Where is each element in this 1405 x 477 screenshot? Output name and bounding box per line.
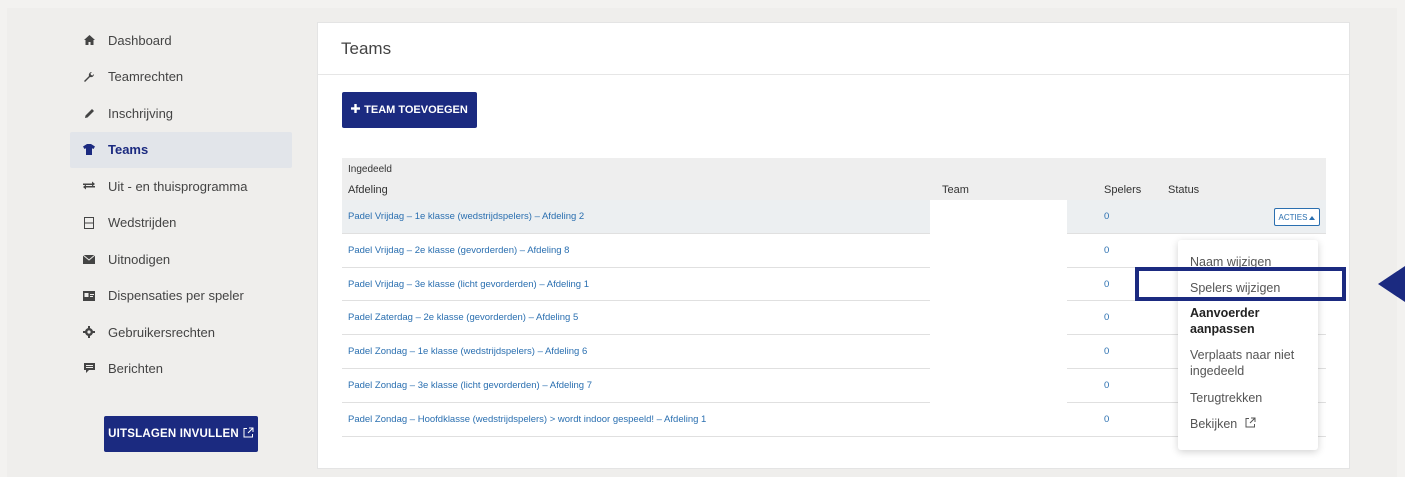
shirt-icon <box>82 143 96 157</box>
afdeling-link[interactable]: Padel Zondag – 3e klasse (licht gevorder… <box>348 380 592 391</box>
afdeling-link[interactable]: Padel Vrijdag – 2e klasse (gevorderden) … <box>348 245 569 256</box>
bekijken-label: Bekijken <box>1190 417 1238 431</box>
add-team-button[interactable]: TEAM TOEVOEGEN <box>342 92 477 128</box>
exchange-icon <box>82 179 96 193</box>
column-header-status: Status <box>1168 184 1200 196</box>
menu-item-terugtrekken[interactable]: Terugtrekken <box>1178 390 1318 406</box>
sidebar-item-uitnodigen[interactable]: Uitnodigen <box>70 241 292 278</box>
sidebar-item-gebruikersrechten[interactable]: Gebruikersrechten <box>70 314 292 351</box>
plus-icon <box>351 104 361 116</box>
acties-dropdown-menu: Naam wijzigen Spelers wijzigen Aanvoerde… <box>1178 240 1318 450</box>
spelers-count: 0 <box>1104 413 1110 425</box>
team-column-spacer <box>930 200 1067 435</box>
sidebar-item-label: Wedstrijden <box>108 215 177 231</box>
add-team-label: TEAM TOEVOEGEN <box>364 104 468 116</box>
id-card-icon <box>82 289 96 303</box>
sidebar-item-label: Uit - en thuisprogramma <box>108 178 248 194</box>
pencil-icon <box>82 106 96 120</box>
sidebar-item-label: Uitnodigen <box>108 251 171 267</box>
menu-item-naam-wijzigen[interactable]: Naam wijzigen <box>1178 254 1318 270</box>
sidebar-item-berichten[interactable]: Berichten <box>70 351 292 388</box>
acties-label: ACTIES <box>1278 212 1308 222</box>
acties-button[interactable]: ACTIES <box>1274 208 1320 226</box>
gear-icon <box>82 325 96 339</box>
group-header: Ingedeeld <box>342 158 1326 180</box>
spelers-count: 0 <box>1104 379 1110 391</box>
table-row[interactable]: Padel Vrijdag – 1e klasse (wedstrijdspel… <box>342 200 1326 234</box>
sidebar: Dashboard Teamrechten Inschrijving Teams… <box>70 22 292 387</box>
envelope-icon <box>82 252 96 266</box>
menu-item-verplaats-niet-ingedeeld[interactable]: Verplaats naar niet ingedeeld <box>1178 347 1318 379</box>
caret-up-icon <box>1309 213 1316 222</box>
columns-icon <box>82 216 96 230</box>
sidebar-item-label: Inschrijving <box>108 105 174 121</box>
sidebar-item-uit-thuisprogramma[interactable]: Uit - en thuisprogramma <box>70 168 292 205</box>
sidebar-item-label: Gebruikersrechten <box>108 324 215 340</box>
afdeling-link[interactable]: Padel Zaterdag – 2e klasse (gevorderden)… <box>348 312 578 323</box>
sidebar-item-label: Berichten <box>108 361 163 377</box>
sidebar-item-label: Teamrechten <box>108 69 184 85</box>
page-title: Teams <box>318 23 1349 75</box>
wrench-icon <box>82 70 96 84</box>
sidebar-item-teamrechten[interactable]: Teamrechten <box>70 59 292 96</box>
column-header-afdeling: Afdeling <box>348 184 388 196</box>
sidebar-item-label: Teams <box>108 142 149 158</box>
comment-icon <box>82 362 96 376</box>
column-headers: Afdeling Team Spelers Status <box>342 180 1326 200</box>
spelers-count: 0 <box>1104 278 1110 290</box>
sidebar-item-wedstrijden[interactable]: Wedstrijden <box>70 205 292 242</box>
spelers-count: 0 <box>1104 346 1110 358</box>
spelers-count: 0 <box>1104 244 1110 256</box>
sidebar-item-label: Dispensaties per speler <box>108 288 244 304</box>
sidebar-item-teams[interactable]: Teams <box>70 131 292 168</box>
external-link-icon <box>243 427 254 441</box>
home-icon <box>82 33 96 47</box>
menu-item-aanvoerder-aanpassen[interactable]: Aanvoerder aanpassen <box>1178 305 1318 337</box>
sidebar-item-dashboard[interactable]: Dashboard <box>70 22 292 59</box>
afdeling-link[interactable]: Padel Zondag – Hoofdklasse (wedstrijdspe… <box>348 414 706 425</box>
spelers-count: 0 <box>1104 211 1110 222</box>
spelers-count: 0 <box>1104 312 1110 324</box>
afdeling-link[interactable]: Padel Vrijdag – 1e klasse (wedstrijdspel… <box>348 211 584 222</box>
external-link-icon <box>1245 417 1256 431</box>
afdeling-link[interactable]: Padel Vrijdag – 3e klasse (licht gevorde… <box>348 279 589 290</box>
sidebar-item-inschrijving[interactable]: Inschrijving <box>70 95 292 132</box>
uitslagen-label: UITSLAGEN INVULLEN <box>108 428 239 440</box>
afdeling-link[interactable]: Padel Zondag – 1e klasse (wedstrijdspele… <box>348 346 587 357</box>
column-header-spelers: Spelers <box>1104 184 1142 196</box>
menu-item-bekijken[interactable]: Bekijken <box>1178 416 1318 432</box>
column-header-team: Team <box>942 184 969 196</box>
sidebar-item-dispensaties[interactable]: Dispensaties per speler <box>70 278 292 315</box>
menu-item-spelers-wijzigen[interactable]: Spelers wijzigen <box>1178 280 1318 296</box>
annotation-arrow-icon <box>1378 264 1405 304</box>
uitslagen-invullen-button[interactable]: UITSLAGEN INVULLEN <box>104 416 258 452</box>
sidebar-item-label: Dashboard <box>108 32 172 48</box>
